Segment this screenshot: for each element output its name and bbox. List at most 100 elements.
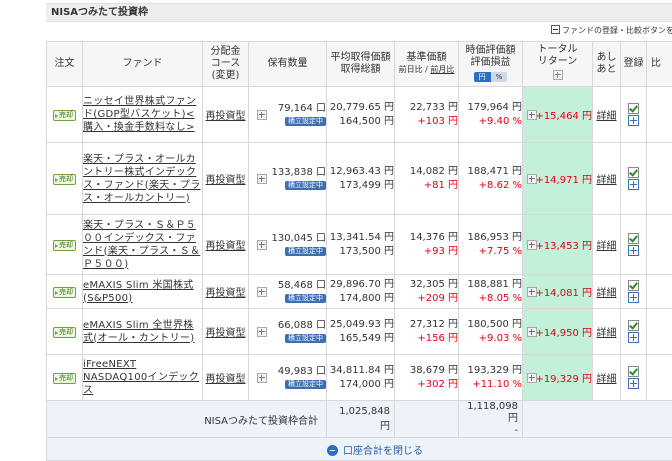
distribution-course-link[interactable]: 再投資型 <box>206 374 246 385</box>
base-price: 32,305 円 <box>410 279 458 290</box>
header-ashi-line2: あと <box>597 64 617 75</box>
fund-cell: 楽天・プラス・Ｓ＆Ｐ５００インデックス・ファンド(楽天・プラス・Ｓ＆Ｐ５００) <box>83 215 203 275</box>
header-fund: ファンド <box>83 42 203 87</box>
table-header-row: 注文 ファンド 分配金 コース (変更) 保有数量 平均取得価額 取得総額 基準… <box>47 42 672 87</box>
course-cell: 再投資型 <box>203 87 249 143</box>
distribution-course-link[interactable]: 再投資型 <box>206 241 246 252</box>
distribution-course-link[interactable]: 再投資型 <box>206 175 246 186</box>
compare-cell <box>647 143 672 215</box>
pl-percent: +11.10 % <box>472 379 522 390</box>
qty-cell: 130,045 口積立設定中 <box>249 215 327 275</box>
qty-expand-icon[interactable] <box>257 240 267 250</box>
fund-cell: eMAXIS Slim 全世界株式(オール・カントリー) <box>83 309 203 355</box>
value-cell: 193,329 円+11.10 % <box>459 355 523 401</box>
fund-name-link[interactable]: 楽天・プラス・Ｓ＆Ｐ５００インデックス・ファンド(楽天・プラス・Ｓ＆Ｐ５００) <box>83 220 200 270</box>
tsumitate-badge[interactable]: 積立設定中 <box>285 334 326 343</box>
distribution-course-link[interactable]: 再投資型 <box>206 111 246 122</box>
distribution-course-link[interactable]: 再投資型 <box>206 288 246 299</box>
distribution-course-link[interactable]: 再投資型 <box>206 328 246 339</box>
add-plus-icon[interactable] <box>628 115 639 126</box>
sell-button[interactable]: 売却 <box>53 373 76 384</box>
tsumitate-badge[interactable]: 積立設定中 <box>285 294 326 303</box>
total-return: +13,453 円 <box>535 241 592 252</box>
return-expand-icon[interactable] <box>527 373 537 383</box>
return-expand-icon[interactable] <box>527 240 537 250</box>
close-account-total-link[interactable]: 口座合計を閉じる <box>47 446 423 457</box>
base-cell: 32,305 円+209 円 <box>395 275 459 309</box>
base-diff: +156 円 <box>417 333 458 344</box>
fund-name-link[interactable]: 楽天・プラス・オールカントリー株式インデックス・ファンド(楽天・プラス・オールカ… <box>83 154 201 204</box>
header-total-return: トータル リターン <box>523 42 593 87</box>
qty-expand-icon[interactable] <box>257 327 267 337</box>
detail-link[interactable]: 詳細 <box>597 328 617 339</box>
register-checkbox[interactable] <box>628 103 639 114</box>
market-value: 188,471 円 <box>467 166 522 177</box>
header-avg-line1: 平均取得価額 <box>331 52 391 63</box>
sell-cell: 売却 <box>47 143 83 215</box>
ashiato-cell: 詳細 <box>593 87 621 143</box>
register-checkbox[interactable] <box>628 366 639 377</box>
header-ret-line1: トータル <box>538 44 578 55</box>
add-plus-icon[interactable] <box>628 179 639 190</box>
total-cost: 1,025,848 円 <box>327 401 395 438</box>
qty-expand-icon[interactable] <box>257 110 267 120</box>
detail-link[interactable]: 詳細 <box>597 175 617 186</box>
market-value: 179,964 円 <box>467 102 522 113</box>
fund-name-link[interactable]: iFreeNEXT NASDAQ100インデックス <box>83 359 199 396</box>
unit-toggle[interactable]: 円% <box>474 71 508 83</box>
fund-name-link[interactable]: eMAXIS Slim 米国株式(S&P500) <box>83 280 194 304</box>
qty-expand-icon[interactable] <box>257 174 267 184</box>
sell-button[interactable]: 売却 <box>53 287 76 298</box>
header-val-line2: 評価損益 <box>471 57 511 68</box>
fund-name-link[interactable]: ニッセイ世界株式ファンド(GDP型バスケット)<購入・換金手数料なし> <box>83 96 196 133</box>
base-cell: 14,376 円+93 円 <box>395 215 459 275</box>
detail-link[interactable]: 詳細 <box>597 241 617 252</box>
avg-price: 34,811.84 円 <box>330 365 394 376</box>
detail-link[interactable]: 詳細 <box>597 288 617 299</box>
add-plus-icon[interactable] <box>628 245 639 256</box>
register-checkbox[interactable] <box>628 320 639 331</box>
pl-percent: +9.40 % <box>479 116 522 127</box>
value-cell: 188,881 円+8.05 % <box>459 275 523 309</box>
total-empty-tail <box>523 401 672 438</box>
register-checkbox[interactable] <box>628 167 639 178</box>
tsumitate-badge[interactable]: 積立設定中 <box>285 247 326 256</box>
return-expand-icon[interactable] <box>527 327 537 337</box>
return-expand-icon[interactable] <box>527 110 537 120</box>
total-return-expand-icon[interactable] <box>553 70 563 80</box>
detail-link[interactable]: 詳細 <box>597 374 617 385</box>
total-return-cell: +14,950 円 <box>523 309 593 355</box>
table-row: 売却楽天・プラス・Ｓ＆Ｐ５００インデックス・ファンド(楽天・プラス・Ｓ＆Ｐ５００… <box>47 215 672 275</box>
tsumitate-badge[interactable]: 積立設定中 <box>285 380 326 389</box>
qty-expand-icon[interactable] <box>257 373 267 383</box>
tsumitate-badge[interactable]: 積立設定中 <box>285 181 326 190</box>
table-row: 売却eMAXIS Slim 米国株式(S&P500)再投資型58,468 口積立… <box>47 275 672 309</box>
add-plus-icon[interactable] <box>628 292 639 303</box>
detail-link[interactable]: 詳細 <box>597 111 617 122</box>
return-expand-icon[interactable] <box>527 174 537 184</box>
sell-button[interactable]: 売却 <box>53 327 76 338</box>
header-base-prevmonth-link[interactable]: 前月比 <box>430 65 454 74</box>
qty-cell: 49,983 口積立設定中 <box>249 355 327 401</box>
tsumitate-badge[interactable]: 積立設定中 <box>285 117 326 126</box>
add-plus-icon[interactable] <box>628 332 639 343</box>
unit-percent-button[interactable]: % <box>491 72 508 82</box>
fund-register-compare-toggle[interactable]: ファンドの登録・比較ボタンを <box>551 25 672 36</box>
base-price: 22,733 円 <box>410 102 458 113</box>
total-return-cell: +14,081 円 <box>523 275 593 309</box>
sell-cell: 売却 <box>47 87 83 143</box>
value-cell: 180,500 円+9.03 % <box>459 309 523 355</box>
sell-button[interactable]: 売却 <box>53 110 76 121</box>
qty-expand-icon[interactable] <box>257 287 267 297</box>
register-checkbox[interactable] <box>628 280 639 291</box>
fund-name-link[interactable]: eMAXIS Slim 全世界株式(オール・カントリー) <box>83 320 194 344</box>
header-course: 分配金 コース (変更) <box>203 42 249 87</box>
course-cell: 再投資型 <box>203 355 249 401</box>
return-expand-icon[interactable] <box>527 287 537 297</box>
unit-yen-button[interactable]: 円 <box>474 72 491 82</box>
sell-button[interactable]: 売却 <box>53 174 76 185</box>
register-checkbox[interactable] <box>628 233 639 244</box>
add-plus-icon[interactable] <box>628 378 639 389</box>
sell-button[interactable]: 売却 <box>53 240 76 251</box>
total-label: NISAつみたて投資枠合計 <box>47 401 327 438</box>
